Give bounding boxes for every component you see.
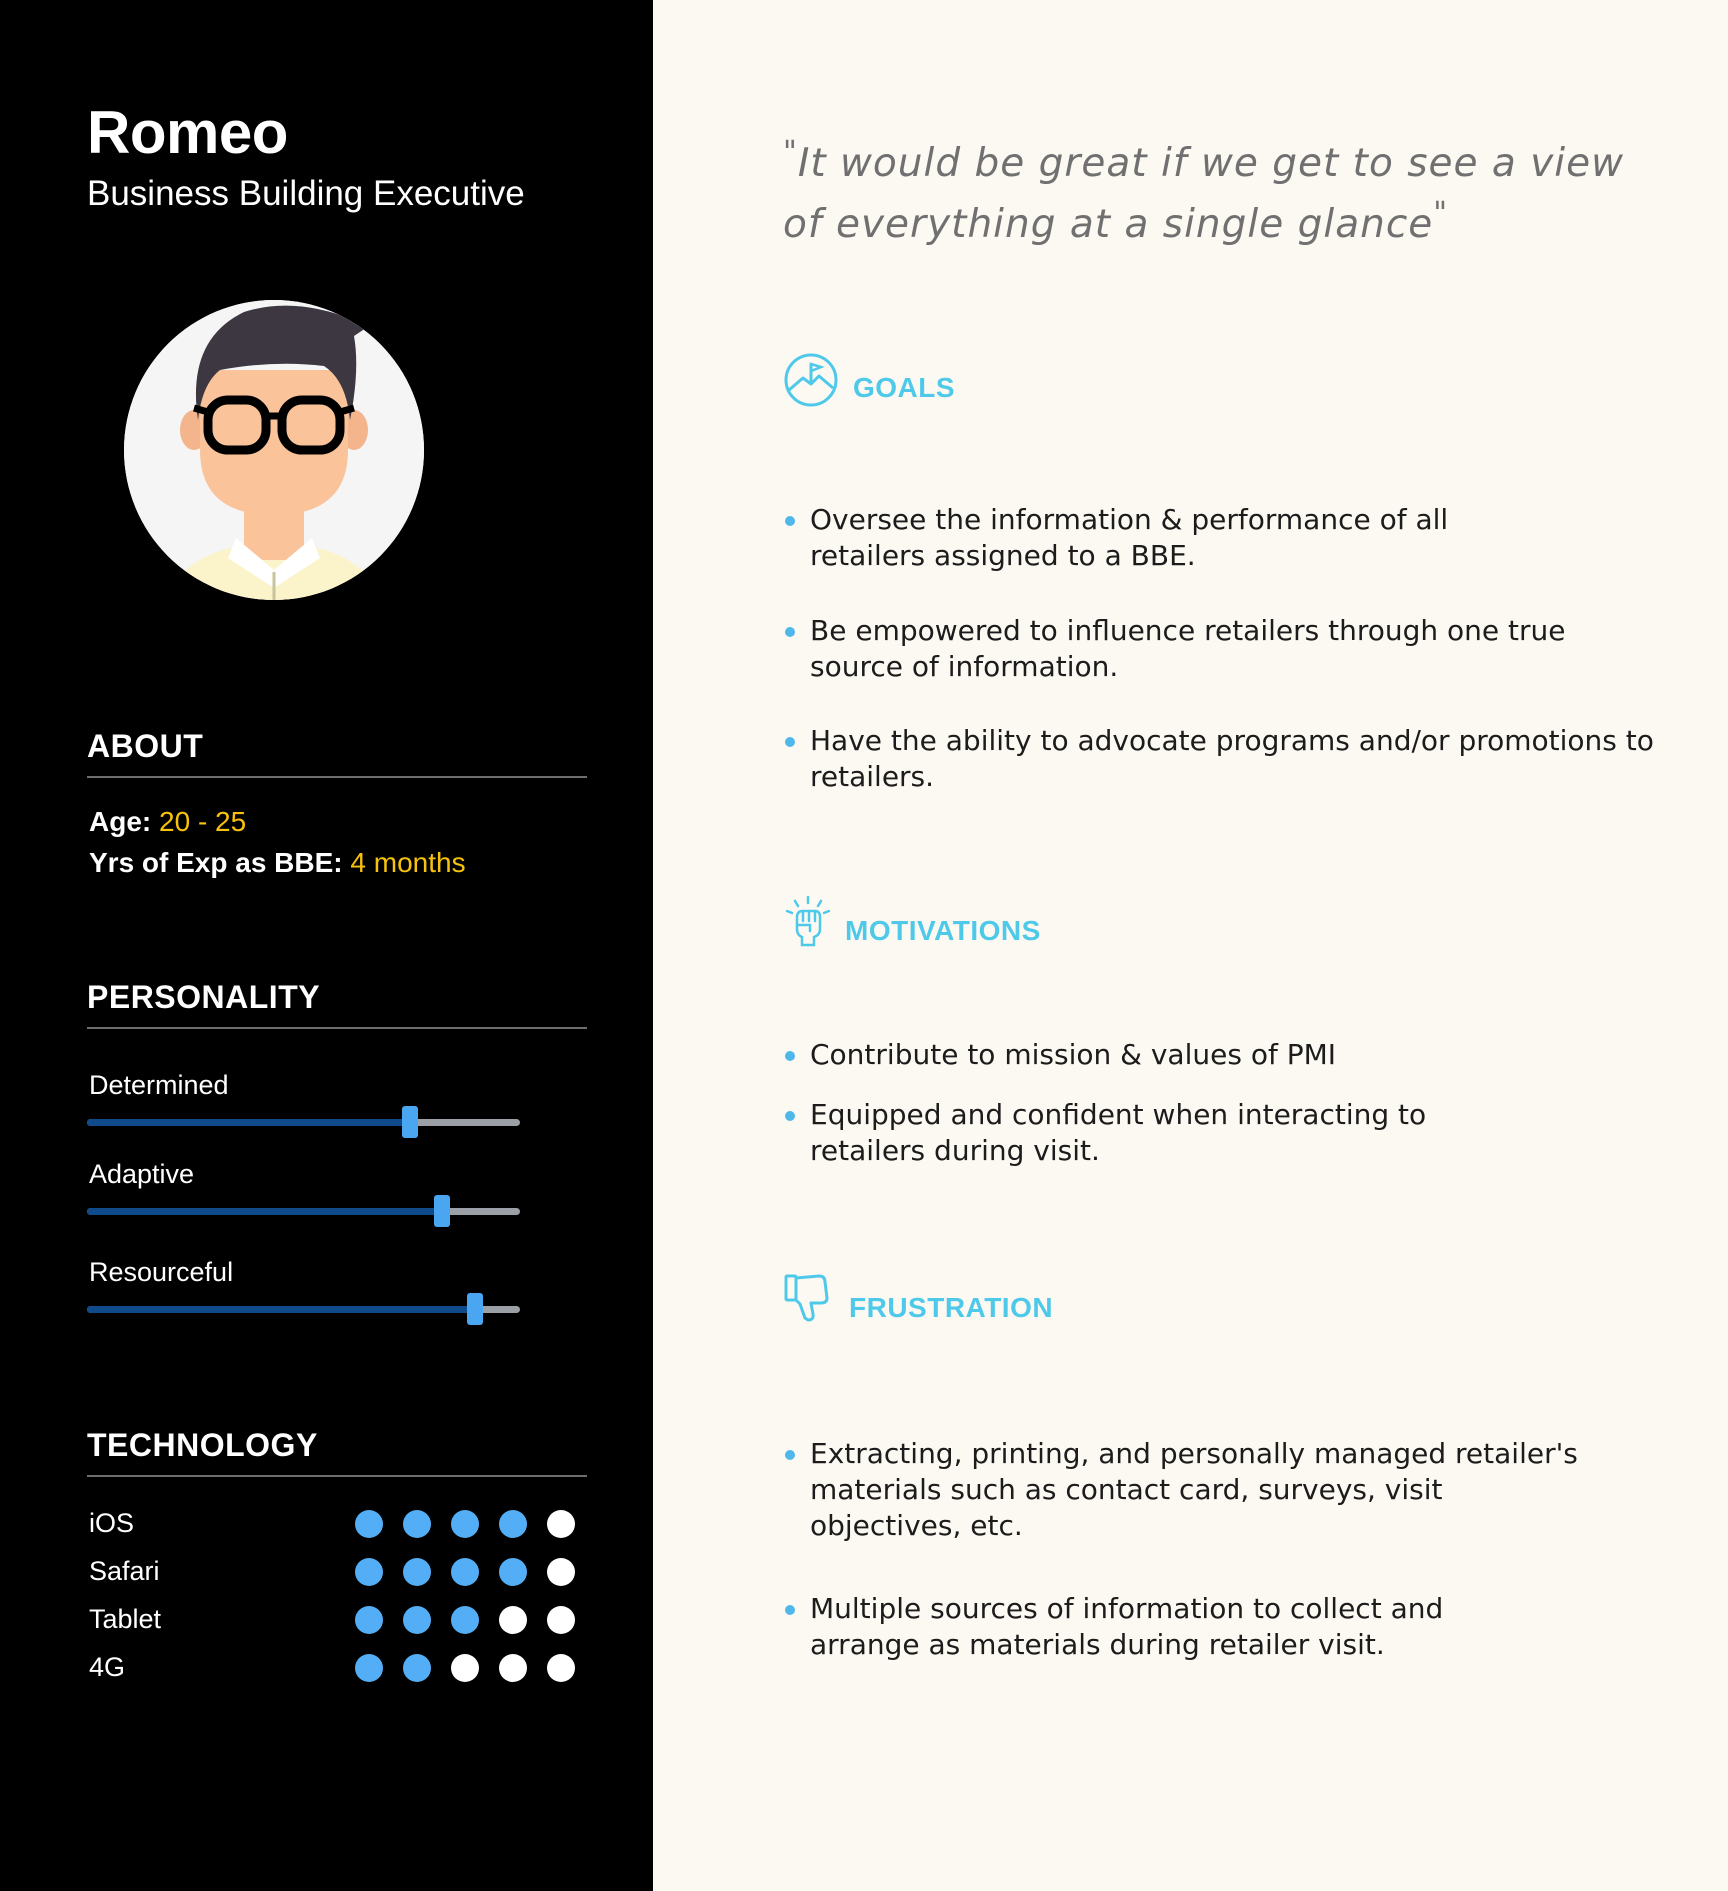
rating-dot-empty [499,1606,527,1634]
tech-row-ios: iOS [89,1506,589,1546]
rating-dot-empty [451,1654,479,1682]
rating-dot-filled [451,1558,479,1586]
slider-fill [87,1119,410,1126]
goals-header: GOALS [783,352,1683,408]
persona-page: Romeo Business Building Executive ABOUT … [0,0,1728,1891]
technology-divider [87,1475,587,1477]
man-with-glasses-avatar-icon [124,300,424,600]
details-panel: "It would be great if we get to see a vi… [653,0,1728,1891]
motivations-header: MOTIVATIONS [783,895,1683,951]
rating-dot-filled [403,1510,431,1538]
frustration-header: FRUSTRATION [783,1272,1683,1328]
slider-thumb[interactable] [467,1293,484,1325]
trait-label: Resourceful [89,1257,234,1287]
list-item: Contribute to mission & values of PMI [783,1037,1630,1073]
quote-text: It would be great if we get to see a vie… [783,141,1625,247]
rating-dot-empty [547,1606,575,1634]
trait-label: Determined [89,1070,229,1100]
tech-label: 4G [89,1652,126,1682]
quote-open-mark: " [783,135,798,170]
profile-panel: Romeo Business Building Executive ABOUT … [0,0,653,1891]
slider-thumb[interactable] [434,1195,451,1227]
rating-dot-filled [451,1510,479,1538]
rating-dot-filled [355,1558,383,1586]
tech-row-4g: 4G [89,1650,589,1690]
tech-label: iOS [89,1508,135,1538]
rating-dot-filled [355,1510,383,1538]
rating-dot-filled [499,1510,527,1538]
frustration-section: FRUSTRATION Extracting, printing, and pe… [783,1272,1683,1661]
rating-dot-filled [451,1606,479,1634]
goals-section: GOALS Oversee the information & performa… [783,352,1683,793]
slider-fill [87,1208,443,1215]
rating-dot-filled [403,1606,431,1634]
personality-heading: PERSONALITY [87,979,321,1015]
rating-dot-filled [355,1606,383,1634]
about-experience: Yrs of Exp as BBE: 4 months [89,847,466,879]
trait-slider-resourceful[interactable] [87,1293,520,1325]
trait-slider-adaptive[interactable] [87,1195,520,1227]
experience-value: 4 months [350,847,466,878]
avatar [124,300,424,600]
rating-dot-filled [355,1654,383,1682]
tech-row-tablet: Tablet [89,1602,589,1642]
list-item: Equipped and confident when interacting … [783,1097,1500,1169]
about-divider [87,776,587,778]
experience-label: Yrs of Exp as BBE: [89,847,343,878]
list-item: Oversee the information & performance of… [783,502,1500,574]
personality-divider [87,1027,587,1029]
motivations-section: MOTIVATIONS Contribute to mission & valu… [783,895,1683,1167]
frustration-heading: FRUSTRATION [849,1292,1054,1323]
goals-heading: GOALS [853,372,956,403]
about-age: Age: 20 - 25 [89,806,246,838]
tech-label: Safari [89,1556,160,1586]
list-item: Extracting, printing, and personally man… [783,1436,1590,1544]
trait-label: Adaptive [89,1159,195,1189]
persona-quote: "It would be great if we get to see a vi… [783,128,1663,250]
tech-row-safari: Safari [89,1554,589,1594]
rating-dot-filled [403,1654,431,1682]
technology-heading: TECHNOLOGY [87,1427,318,1463]
list-item: Have the ability to advocate programs an… [783,723,1690,795]
persona-name: Romeo [87,99,288,166]
rating-dot-filled [403,1558,431,1586]
rating-dot-empty [547,1558,575,1586]
age-value: 20 - 25 [159,806,247,837]
quote-close-mark: " [1433,196,1449,231]
slider-thumb[interactable] [401,1106,418,1138]
trait-slider-determined[interactable] [87,1106,520,1138]
age-label: Age: [89,806,152,837]
about-heading: ABOUT [87,728,204,764]
mountain-flag-icon [784,353,838,407]
rating-dot-empty [547,1654,575,1682]
tech-label: Tablet [89,1604,162,1634]
raised-fist-icon [785,895,831,947]
rating-dot-empty [499,1654,527,1682]
list-item: Multiple sources of information to colle… [783,1591,1500,1663]
rating-dot-empty [547,1510,575,1538]
rating-dot-filled [499,1558,527,1586]
list-item: Be empowered to influence retailers thro… [783,613,1630,685]
slider-fill [87,1306,476,1313]
thumbs-down-icon [784,1274,829,1322]
persona-role: Business Building Executive [87,174,525,213]
motivations-heading: MOTIVATIONS [845,915,1041,946]
